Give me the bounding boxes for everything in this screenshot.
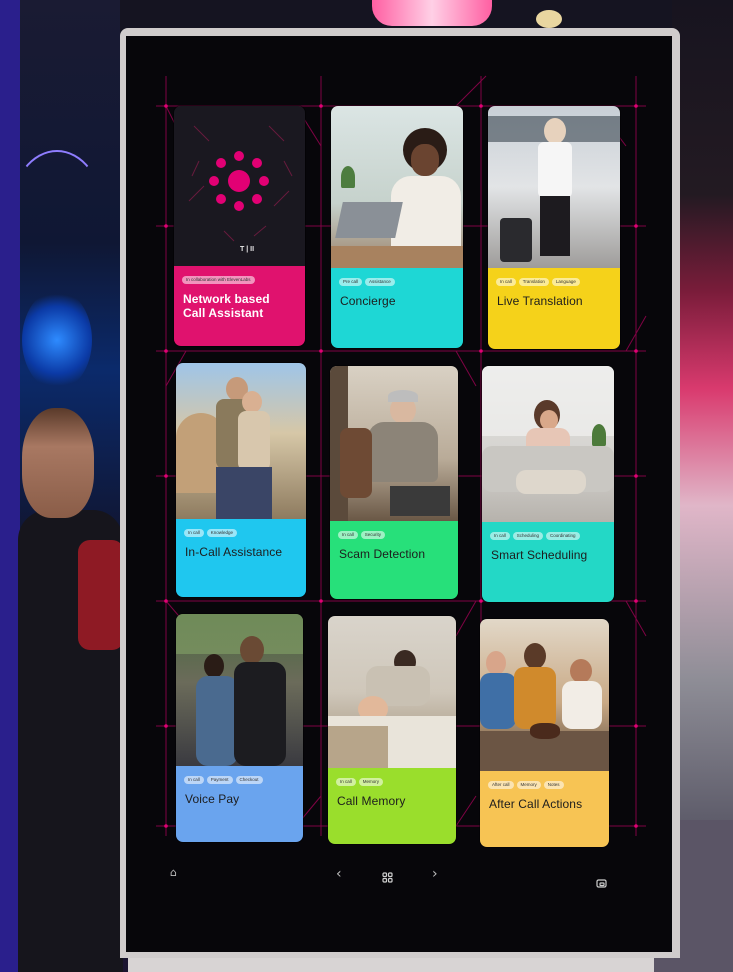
- card-title: Scam Detection: [339, 547, 426, 561]
- card-photo-scheduling: [482, 366, 614, 522]
- card-tag: After call: [488, 781, 514, 789]
- feature-card-call-memory[interactable]: In call Memory Call Memory: [328, 616, 456, 844]
- card-photo-call-memory: [328, 616, 456, 768]
- chevron-left-icon[interactable]: ‹: [336, 866, 342, 882]
- kiosk-screen: T | II In collaboration with ElevenLabs …: [126, 36, 672, 952]
- card-tag: In call: [338, 531, 358, 539]
- card-photo-in-call: [176, 363, 306, 519]
- visitor-head: [22, 408, 94, 518]
- card-tag: Translation: [518, 278, 549, 286]
- left-edge-light: [0, 0, 20, 972]
- cast-icon[interactable]: [596, 874, 607, 893]
- card-tag: In call: [336, 778, 356, 786]
- card-panel: In call Memory Call Memory: [328, 768, 456, 844]
- card-tag: In call: [184, 529, 204, 537]
- ceiling-spotlight: [536, 10, 562, 28]
- card-panel: After call Memory Notes After Call Actio…: [480, 771, 609, 847]
- telekom-dots-logo-icon: [188, 125, 293, 242]
- card-title: Live Translation: [497, 294, 583, 308]
- card-tag: In call: [496, 278, 516, 286]
- card-title: Network based Call Assistant: [183, 292, 270, 320]
- grid-icon[interactable]: [382, 868, 393, 887]
- ceiling-arc-light: [10, 150, 104, 274]
- card-panel: Pre call Assistance Concierge: [331, 268, 463, 348]
- feature-card-network-call-assistant[interactable]: T | II In collaboration with ElevenLabs …: [174, 106, 305, 346]
- card-tag: Language: [551, 278, 580, 286]
- feature-card-voice-pay[interactable]: In call Payment Checkout Voice Pay: [176, 614, 303, 842]
- feature-card-in-call-assistance[interactable]: In call Knowledge In-Call Assistance: [176, 363, 306, 597]
- card-photo-after-call: [480, 619, 609, 771]
- card-panel: In call Translation Language Live Transl…: [488, 268, 620, 349]
- card-photo-concierge: [331, 106, 463, 268]
- card-panel: In call Scheduling Coordinating Smart Sc…: [482, 522, 614, 602]
- feature-card-live-translation[interactable]: In call Translation Language Live Transl…: [488, 106, 620, 349]
- blue-led-wall: [22, 290, 92, 390]
- card-title: In-Call Assistance: [185, 545, 283, 559]
- card-tag: Assistance: [365, 278, 395, 286]
- card-tag: Memory: [516, 781, 541, 789]
- card-photo-scam: [330, 366, 458, 521]
- card-photo-voice-pay: [176, 614, 303, 766]
- card-logo-mark: T | II: [240, 246, 255, 253]
- card-tag: In collaboration with ElevenLabs: [182, 276, 255, 284]
- card-title: After Call Actions: [489, 797, 583, 811]
- card-tag: Notes: [543, 781, 564, 789]
- feature-card-after-call-actions[interactable]: After call Memory Notes After Call Actio…: [480, 619, 609, 847]
- card-tag: In call: [184, 776, 204, 784]
- feature-card-smart-scheduling[interactable]: In call Scheduling Coordinating Smart Sc…: [482, 366, 614, 602]
- visitor-red-jacket: [78, 540, 124, 650]
- home-icon[interactable]: ⌂: [170, 866, 177, 879]
- chevron-right-icon[interactable]: ›: [432, 866, 438, 882]
- card-title: Smart Scheduling: [491, 548, 588, 562]
- card-title: Voice Pay: [185, 792, 240, 806]
- card-panel: In call Security Scam Detection: [330, 521, 458, 599]
- card-tag: Coordinating: [546, 532, 580, 540]
- card-artwork: T | II: [174, 106, 305, 266]
- card-tag: Payment: [206, 776, 233, 784]
- card-panel: In call Knowledge In-Call Assistance: [176, 519, 306, 597]
- card-tag: In call: [490, 532, 510, 540]
- card-tag: Scheduling: [512, 532, 544, 540]
- card-tag: Checkout: [235, 776, 263, 784]
- ceiling-pink-light: [372, 0, 492, 26]
- card-tag: Pre call: [339, 278, 363, 286]
- card-tag: Knowledge: [206, 529, 238, 537]
- card-tag: Memory: [358, 778, 384, 786]
- card-photo-translation: [488, 106, 620, 268]
- feature-card-scam-detection[interactable]: In call Security Scam Detection: [330, 366, 458, 599]
- card-panel: In call Payment Checkout Voice Pay: [176, 766, 303, 842]
- card-title: Concierge: [340, 294, 396, 308]
- card-title: Call Memory: [337, 794, 406, 808]
- card-tag: Security: [360, 531, 386, 539]
- card-panel: In collaboration with ElevenLabs Network…: [174, 266, 305, 346]
- feature-card-concierge[interactable]: Pre call Assistance Concierge: [331, 106, 463, 348]
